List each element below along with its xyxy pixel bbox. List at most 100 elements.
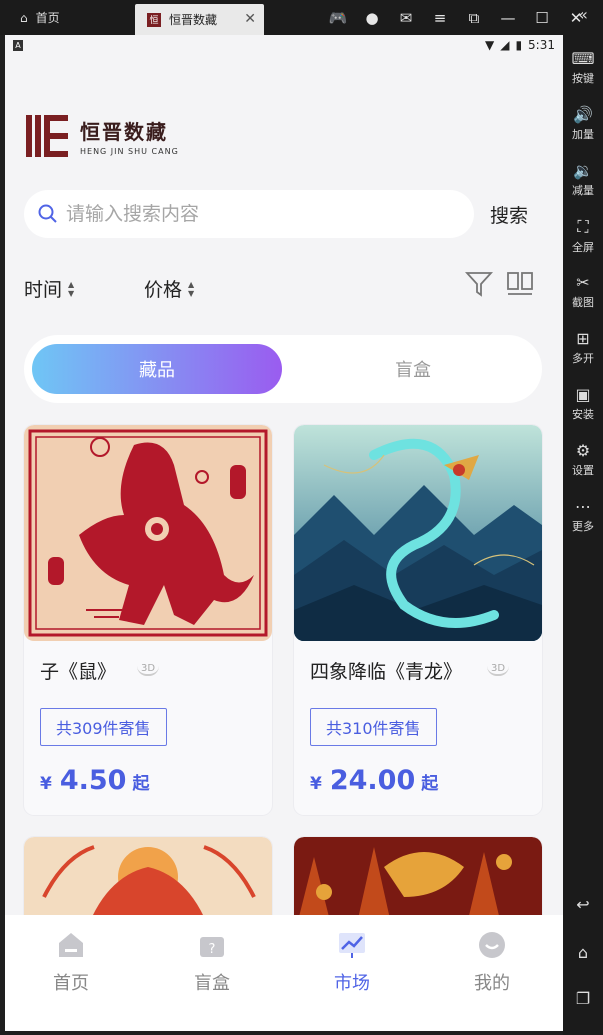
search-icon	[38, 204, 57, 223]
android-home-button[interactable]: ⌂	[563, 943, 603, 964]
layout-toggle-icon[interactable]	[506, 271, 534, 297]
home-icon	[59, 933, 83, 957]
emulator-sidebar: « ⌨ 按键 🔊 加量 🔉 减量 ⛶ 全屏 ✂ 截图 ⊞ 多开 ▣ 安装 ⚙ 设置 ⋯ 更多 ↩ …	[563, 5, 603, 1035]
status-bar: A ▼ ◢ ▮ 5:31	[5, 35, 563, 57]
product-image-azure-dragon	[294, 425, 542, 641]
battery-icon: ▮	[515, 38, 523, 52]
sidebar-label: 全屏	[572, 241, 594, 254]
search-input[interactable]	[66, 203, 446, 225]
price-suffix: 起	[132, 774, 150, 794]
tab-blind-box[interactable]: 盲盒	[292, 344, 534, 394]
sidebar-volume-up[interactable]: 🔊 加量	[563, 105, 603, 142]
home-tab-label: 首页	[35, 11, 60, 25]
android-back-button[interactable]: ↩	[563, 895, 603, 916]
gear-icon: ⚙	[575, 441, 591, 460]
gamepad-icon[interactable]: 🎮	[321, 9, 355, 27]
scissors-icon: ✂	[576, 273, 590, 292]
nav-profile[interactable]: 我的	[442, 929, 542, 995]
menu-icon[interactable]: ≡	[423, 9, 457, 27]
brand-mark-icon	[24, 113, 70, 159]
clock: 5:31	[528, 38, 555, 52]
sidebar-label: 设置	[572, 464, 594, 477]
android-recents-button[interactable]: ❐	[563, 989, 603, 1010]
multi-instance-icon: ⊞	[576, 329, 590, 348]
sort-time-label: 时间	[24, 279, 63, 301]
sidebar-label: 截图	[572, 296, 594, 309]
sidebar-label: 安装	[572, 408, 594, 421]
price-suffix: 起	[421, 774, 439, 794]
currency-symbol: ¥	[310, 774, 322, 794]
sidebar-install[interactable]: ▣ 安装	[563, 385, 603, 422]
search-bar	[24, 190, 474, 238]
maximize-icon[interactable]: ☐	[525, 9, 559, 27]
nav-market[interactable]: 市场	[302, 929, 402, 995]
product-price: ¥ 24.00 起	[310, 765, 438, 796]
product-image-rat	[24, 425, 272, 641]
window-controls: 🎮 ● ✉ ≡ ⧉ — ☐ ✕	[321, 0, 593, 35]
3d-badge: 3D	[487, 663, 510, 676]
volume-down-icon: 🔉	[573, 161, 593, 180]
sidebar-fullscreen[interactable]: ⛶ 全屏	[563, 217, 603, 255]
price-value: 4.50	[59, 765, 127, 796]
blind-box-icon: ?	[200, 937, 224, 957]
sort-price-label: 价格	[144, 279, 183, 301]
mail-icon[interactable]: ✉	[389, 9, 423, 27]
market-chart-icon	[339, 933, 365, 958]
phone-screen: A ▼ ◢ ▮ 5:31 恒晋数藏 HENG JIN SHU CANG 搜	[5, 35, 563, 1031]
sidebar-label: 更多	[572, 520, 594, 533]
keyboard-icon: ⌨	[571, 49, 595, 68]
consignment-count-tag: 共310件寄售	[310, 708, 437, 746]
fullscreen-icon: ⛶	[577, 217, 589, 236]
sidebar-label: 按键	[572, 72, 594, 85]
product-name: 四象降临《青龙》	[310, 661, 463, 683]
bottom-navigation: 首页 ? 盲盒 市场 我的	[5, 915, 563, 1031]
category-tabs: 藏品 盲盒	[24, 335, 542, 403]
currency-symbol: ¥	[40, 774, 52, 794]
sidebar-keys[interactable]: ⌨ 按键	[563, 49, 603, 86]
product-card[interactable]: 四象降临《青龙》 3D 共310件寄售 ¥ 24.00 起	[294, 425, 542, 815]
product-price: ¥ 4.50 起	[40, 765, 149, 796]
sidebar-volume-down[interactable]: 🔉 减量	[563, 161, 603, 198]
emulator-app-tab[interactable]: 恒 恒晋数藏 ✕	[135, 4, 264, 35]
app-logo-icon: 恒	[147, 12, 161, 27]
product-name: 子《鼠》	[40, 661, 117, 683]
volume-up-icon: 🔊	[573, 105, 593, 124]
svg-text:?: ?	[209, 942, 216, 957]
sidebar-more[interactable]: ⋯ 更多	[563, 497, 603, 534]
sidebar-screenshot[interactable]: ✂ 截图	[563, 273, 603, 310]
signal-icon: ◢	[500, 38, 510, 52]
close-tab-icon[interactable]: ✕	[244, 11, 256, 27]
sidebar-label: 减量	[572, 184, 594, 197]
brand-logo: 恒晋数藏 HENG JIN SHU CANG	[24, 113, 179, 159]
3d-badge: 3D	[137, 663, 160, 676]
search-button[interactable]: 搜索	[490, 201, 528, 228]
nav-blind-box[interactable]: ? 盲盒	[162, 929, 262, 995]
minimize-icon[interactable]: —	[491, 9, 525, 27]
account-icon[interactable]: ●	[355, 9, 389, 27]
notification-a-icon: A	[13, 40, 23, 51]
home-outline-icon: ⌂	[577, 943, 589, 962]
profile-smile-icon	[479, 932, 505, 958]
sort-arrows-icon: ▲ ▼	[188, 279, 195, 298]
brand-name: 恒晋数藏	[80, 120, 168, 144]
sort-by-time[interactable]: 时间 ▲ ▼	[24, 275, 74, 302]
sidebar-settings[interactable]: ⚙ 设置	[563, 441, 603, 478]
tab-collectibles[interactable]: 藏品	[32, 344, 282, 394]
sidebar-multi[interactable]: ⊞ 多开	[563, 329, 603, 366]
price-value: 24.00	[329, 765, 416, 796]
more-icon: ⋯	[575, 497, 591, 516]
back-icon: ↩	[576, 895, 590, 914]
emulator-titlebar: ⌂ 首页 恒 恒晋数藏 ✕ 🎮 ● ✉ ≡ ⧉ — ☐ ✕	[0, 0, 603, 35]
nav-home[interactable]: 首页	[21, 929, 121, 995]
brand-name-en: HENG JIN SHU CANG	[80, 147, 179, 156]
nav-label: 我的	[474, 973, 510, 994]
sort-arrows-icon: ▲ ▼	[68, 279, 75, 298]
consignment-count-tag: 共309件寄售	[40, 708, 167, 746]
restore-icon[interactable]: ⧉	[457, 9, 491, 27]
home-icon: ⌂	[20, 10, 28, 25]
emulator-home-tab[interactable]: ⌂ 首页	[0, 0, 132, 35]
sort-by-price[interactable]: 价格 ▲ ▼	[144, 275, 194, 302]
product-card[interactable]: 子《鼠》 3D 共309件寄售 ¥ 4.50 起	[24, 425, 272, 815]
filter-icon[interactable]	[465, 271, 493, 297]
collapse-sidebar-icon[interactable]: «	[563, 5, 603, 24]
